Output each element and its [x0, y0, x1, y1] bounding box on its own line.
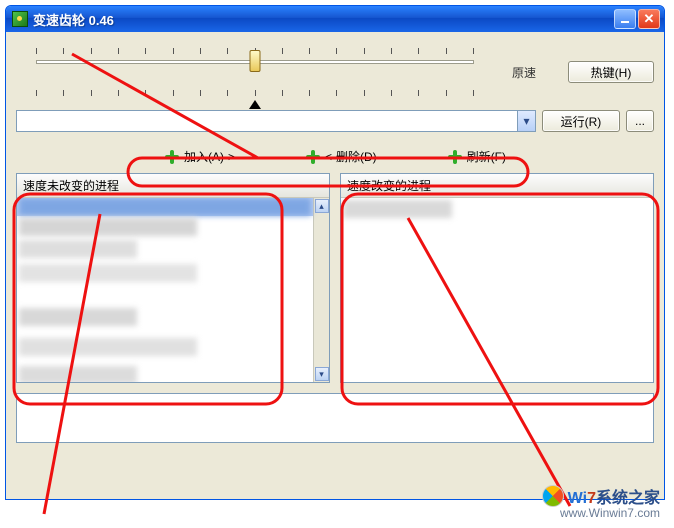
list-item[interactable] — [19, 264, 197, 282]
refresh-action[interactable]: 刷新(F) — [447, 148, 506, 165]
speed-slider[interactable] — [16, 40, 494, 104]
action-bar: 加入(A)-> <-删除(D) 刷新(F) — [16, 146, 654, 167]
scrollbar-track[interactable] — [315, 214, 329, 366]
slider-marker-icon — [249, 100, 261, 109]
minimize-icon — [620, 14, 630, 24]
wm-suffix: 系统之家 — [596, 490, 660, 507]
output-box — [16, 393, 654, 443]
scroll-down-button[interactable]: ▾ — [315, 367, 329, 381]
watermark: Wi7系统之家 www.Winwin7.com — [542, 484, 660, 520]
list-item[interactable] — [19, 366, 137, 382]
slider-thumb[interactable] — [250, 50, 261, 72]
list-item[interactable] — [19, 308, 137, 326]
refresh-label: 刷新(F) — [467, 148, 506, 165]
combo-arrow[interactable]: ▾ — [517, 111, 535, 131]
chevron-down-icon: ▾ — [523, 114, 529, 128]
watermark-logo-icon — [542, 485, 564, 507]
list-item[interactable] — [343, 200, 452, 218]
chevron-up-icon: ▴ — [319, 201, 324, 212]
scrollbar[interactable]: ▴ ▾ — [313, 198, 329, 382]
list-item[interactable] — [19, 338, 197, 356]
plus-icon — [164, 149, 180, 165]
minimize-button[interactable] — [614, 9, 636, 29]
add-label: 加入(A)-> — [184, 148, 235, 165]
list-item[interactable] — [19, 218, 197, 236]
list-item[interactable] — [19, 240, 137, 258]
list-item[interactable] — [19, 198, 311, 216]
list-content-right[interactable] — [341, 198, 653, 382]
run-button[interactable]: 运行(R) — [542, 110, 620, 132]
wm-accent: 7 — [587, 490, 596, 507]
speed-label: 原速 — [512, 64, 536, 81]
command-combo[interactable]: ▾ — [16, 110, 536, 132]
unchanged-process-list: 速度未改变的进程 ▴ ▾ — [16, 173, 330, 383]
plus-icon — [447, 149, 463, 165]
titlebar[interactable]: 变速齿轮 0.46 ✕ — [6, 6, 664, 32]
browse-button[interactable]: ... — [626, 110, 654, 132]
wm-prefix: Wi — [568, 490, 587, 507]
remove-action[interactable]: <-删除(D) — [305, 148, 377, 165]
add-action[interactable]: 加入(A)-> — [164, 148, 235, 165]
close-icon: ✕ — [644, 11, 655, 27]
hotkey-button[interactable]: 热键(H) — [568, 61, 654, 83]
scroll-up-button[interactable]: ▴ — [315, 199, 329, 213]
remove-label: <-删除(D) — [325, 148, 377, 165]
watermark-url: www.Winwin7.com — [542, 506, 660, 520]
plus-icon — [305, 149, 321, 165]
window-title: 变速齿轮 0.46 — [33, 10, 614, 29]
list-header-left: 速度未改变的进程 — [17, 174, 329, 198]
app-icon — [12, 11, 28, 27]
list-content-left[interactable] — [17, 198, 313, 382]
chevron-down-icon: ▾ — [319, 369, 324, 380]
changed-process-list: 速度改变的进程 — [340, 173, 654, 383]
close-button[interactable]: ✕ — [638, 9, 660, 29]
list-header-right: 速度改变的进程 — [341, 174, 653, 198]
app-window: 变速齿轮 0.46 ✕ 原速 热键(H) — [5, 5, 665, 500]
